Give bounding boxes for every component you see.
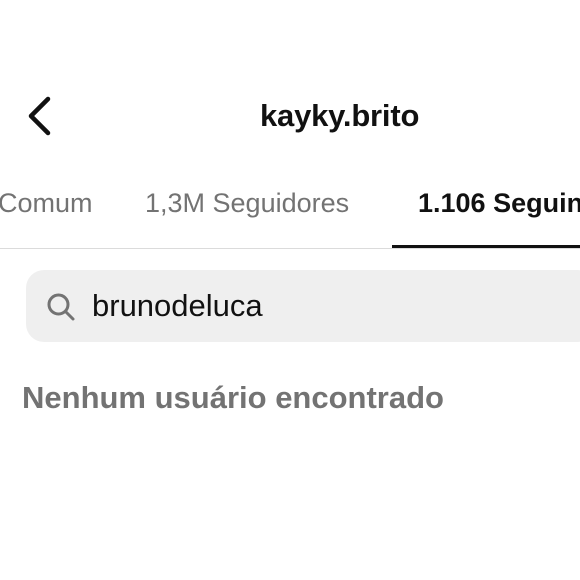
- chevron-left-icon: [28, 96, 51, 136]
- tab-following[interactable]: 1.106 Seguin: [418, 188, 580, 219]
- page-title: kayky.brito: [260, 98, 420, 133]
- tab-followers[interactable]: 1,3M Seguidores: [145, 188, 349, 219]
- active-tab-indicator: [392, 245, 580, 248]
- search-icon: [47, 293, 75, 321]
- empty-results-message: Nenhum usuário encontrado: [22, 380, 444, 415]
- search-input[interactable]: [92, 284, 572, 328]
- tab-mutual[interactable]: Comum: [0, 188, 93, 219]
- tab-bar: Comum 1,3M Seguidores 1.106 Seguin: [0, 170, 580, 249]
- top-bar: kayky.brito: [0, 0, 580, 160]
- search-bar[interactable]: [26, 270, 580, 342]
- back-button[interactable]: [18, 94, 62, 138]
